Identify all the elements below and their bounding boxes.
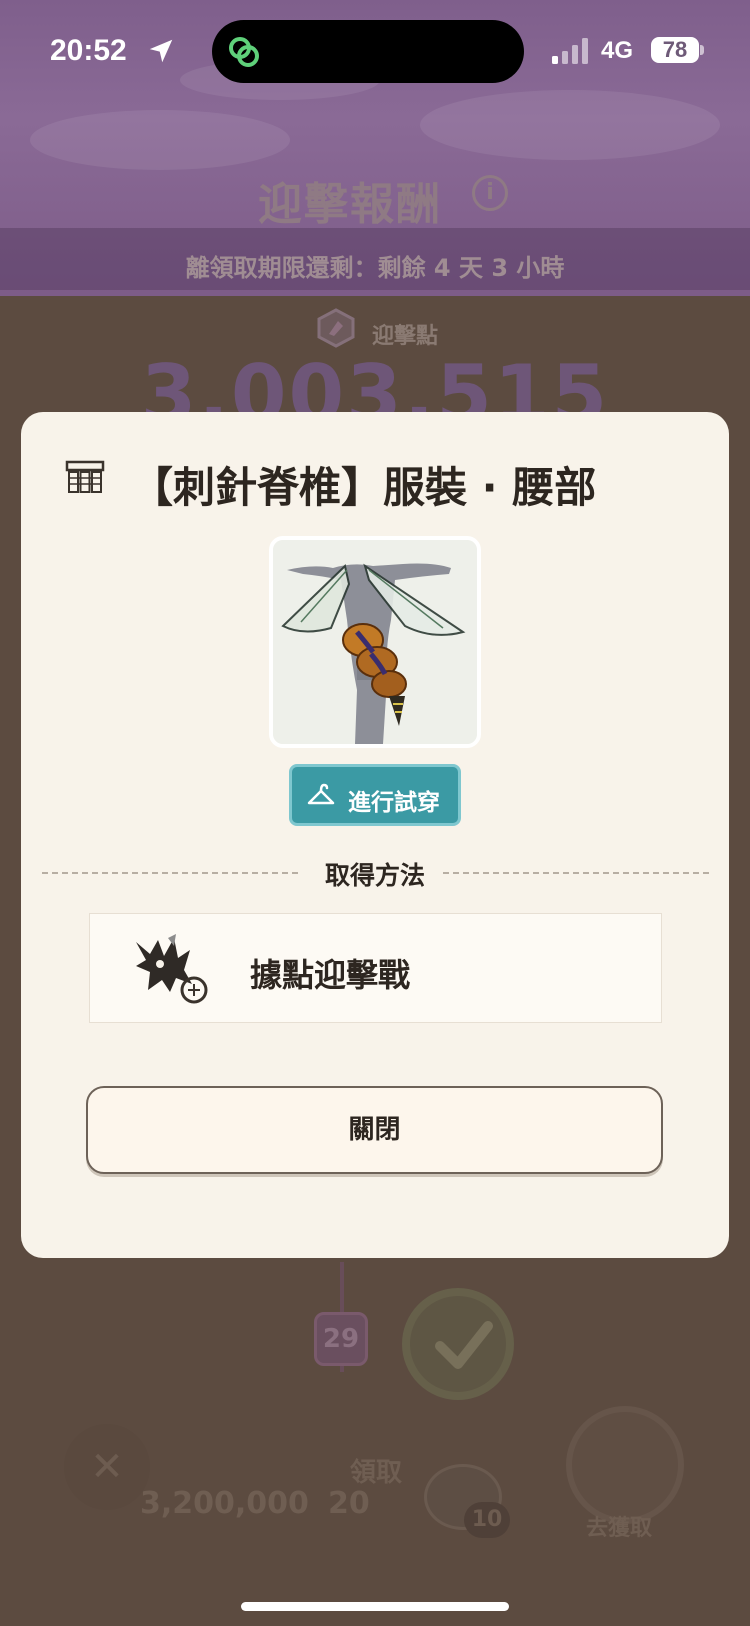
home-indicator[interactable] xyxy=(241,1602,509,1611)
claim-label: 領取 xyxy=(350,1458,403,1488)
monster-icon xyxy=(136,934,208,1004)
page-title: 迎擊報酬 xyxy=(258,179,442,230)
points-hex-icon xyxy=(317,308,355,348)
acquire-method-item[interactable]: 據點迎擊戰 xyxy=(89,913,662,1023)
coin-count: 10 xyxy=(464,1502,510,1538)
reward-amount: 3,200,000 xyxy=(140,1486,309,1521)
level-badge: 29 xyxy=(314,1312,368,1366)
network-type: 4G xyxy=(601,37,634,64)
claimed-reward[interactable] xyxy=(402,1288,514,1400)
location-arrow-icon xyxy=(149,39,173,63)
hanger-icon xyxy=(307,783,335,805)
mannequin-illustration xyxy=(273,540,477,744)
switch-label: 去獲取 xyxy=(586,1516,653,1541)
info-icon[interactable]: i xyxy=(472,175,508,211)
signal-icon xyxy=(552,38,588,64)
clock: 20:52 xyxy=(50,34,127,67)
item-detail-modal: 【刺針脊椎】服裝 · 腰部 進行試穿 取得方法 據點迎擊戰 關閉 xyxy=(21,412,729,1258)
status-bar: 20:52 4G 78 xyxy=(0,0,750,100)
divider-right xyxy=(443,872,709,874)
battery-tip xyxy=(700,45,704,55)
battery-icon: 78 xyxy=(651,37,699,63)
close-button[interactable]: 關閉 xyxy=(86,1086,663,1174)
claim-deadline: 離領取期限還剩：剩餘 4 天 3 小時 xyxy=(185,254,565,282)
outfit-slot-icon xyxy=(65,460,105,493)
reward-amount-secondary: 20 xyxy=(328,1486,370,1521)
try-on-button[interactable]: 進行試穿 xyxy=(289,764,461,826)
points-label: 迎擊點 xyxy=(372,324,439,349)
acquire-method-label: 取得方法 xyxy=(324,861,425,890)
method-name: 據點迎擊戰 xyxy=(250,956,411,994)
app-link-icon xyxy=(229,37,259,67)
try-on-label: 進行試穿 xyxy=(348,790,440,816)
switch-button[interactable] xyxy=(566,1406,684,1524)
dynamic-island xyxy=(212,20,524,83)
check-icon xyxy=(435,1321,493,1369)
item-title: 【刺針脊椎】服裝 · 腰部 xyxy=(131,463,597,512)
close-x-icon[interactable]: ✕ xyxy=(64,1424,150,1510)
item-preview-image xyxy=(269,536,481,748)
